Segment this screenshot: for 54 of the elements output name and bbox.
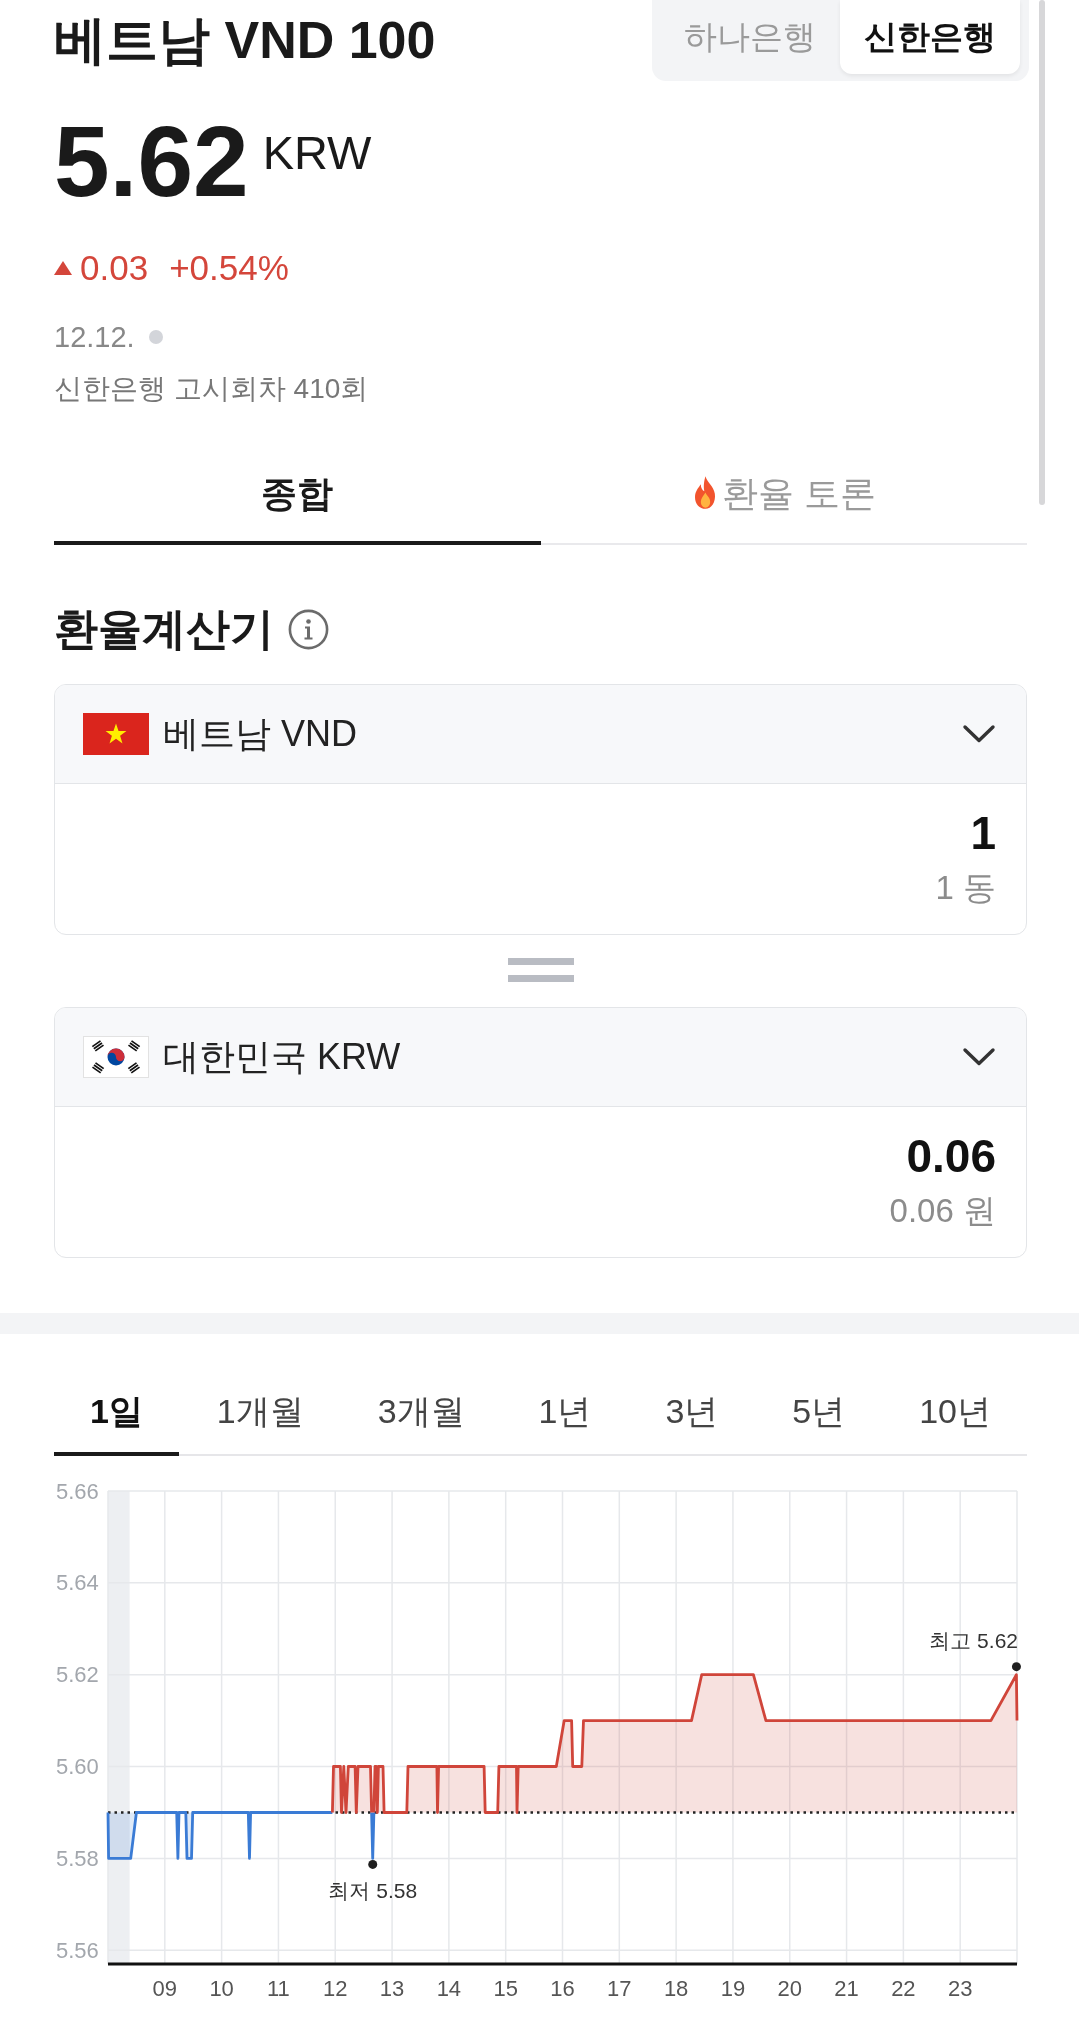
amount-reading: 0.06 원 xyxy=(889,1191,996,1231)
chevron-down-icon xyxy=(962,1047,996,1067)
flag-icon xyxy=(83,1036,149,1078)
annotation-label: 최저 5.58 xyxy=(328,1878,418,1902)
annotation-label: 최고 5.62 xyxy=(929,1629,1018,1653)
x-axis-label: 13 xyxy=(379,1975,405,2001)
section-tab[interactable]: 종합 xyxy=(54,449,541,545)
info-icon[interactable] xyxy=(288,608,329,650)
equals-icon xyxy=(507,958,574,982)
x-axis-label: 09 xyxy=(152,1975,178,2001)
change-percent: +0.54% xyxy=(169,247,289,289)
y-axis-label: 5.56 xyxy=(56,1937,99,1963)
period-tab[interactable]: 3개월 xyxy=(341,1368,501,1456)
period-tab[interactable]: 1년 xyxy=(502,1368,628,1456)
price-value: 5.62 xyxy=(54,111,249,211)
period-tab[interactable]: 3년 xyxy=(629,1368,755,1456)
rate-notice: 신한은행 고시회차 410회 xyxy=(54,372,369,406)
amount-reading: 1 동 xyxy=(935,868,996,908)
currency-select[interactable]: 대한민국 KRW xyxy=(55,1008,1026,1107)
x-axis-label: 11 xyxy=(267,1975,290,2001)
chevron-down-icon xyxy=(962,724,996,744)
amount-input[interactable]: 1 xyxy=(85,803,996,863)
calculator-title: 환율계산기 xyxy=(54,603,274,655)
y-axis-label: 5.64 xyxy=(56,1570,99,1596)
period-tab[interactable]: 1일 xyxy=(54,1368,179,1456)
x-axis-label: 14 xyxy=(436,1975,462,2001)
x-axis-label: 10 xyxy=(209,1975,234,2001)
flag-icon xyxy=(83,713,149,755)
currency-select[interactable]: 베트남 VND xyxy=(55,685,1026,784)
currency-unit: KRW xyxy=(262,128,372,178)
y-axis-label: 5.66 xyxy=(56,1478,99,1504)
point-marker-icon xyxy=(1011,1662,1021,1672)
point-marker-icon xyxy=(368,1859,378,1869)
x-axis-label: 22 xyxy=(891,1975,916,2001)
bank-tab[interactable]: 신한은행 xyxy=(840,0,1020,74)
x-axis-label: 19 xyxy=(720,1975,746,2001)
x-axis-label: 20 xyxy=(777,1975,802,2001)
page-title: 베트남 VND 100 xyxy=(54,10,436,71)
period-tab[interactable]: 10년 xyxy=(883,1368,1027,1456)
amount-input[interactable]: 0.06 xyxy=(85,1126,996,1186)
quote-date: 12.12. xyxy=(54,320,135,355)
x-axis-label: 12 xyxy=(323,1975,348,2001)
y-axis-label: 5.58 xyxy=(56,1845,99,1871)
change-amount: 0.03 xyxy=(80,247,149,289)
x-axis-label: 15 xyxy=(493,1975,518,2001)
x-axis-label: 21 xyxy=(834,1975,859,2001)
period-tab[interactable]: 1개월 xyxy=(180,1368,340,1456)
x-axis-label: 23 xyxy=(947,1975,973,2001)
period-tab[interactable]: 5년 xyxy=(756,1368,882,1456)
x-axis-label: 17 xyxy=(607,1975,632,2001)
x-axis-label: 16 xyxy=(550,1975,575,2001)
x-axis-label: 18 xyxy=(663,1975,689,2001)
y-axis-label: 5.62 xyxy=(56,1662,99,1688)
y-axis-label: 5.60 xyxy=(56,1754,99,1780)
